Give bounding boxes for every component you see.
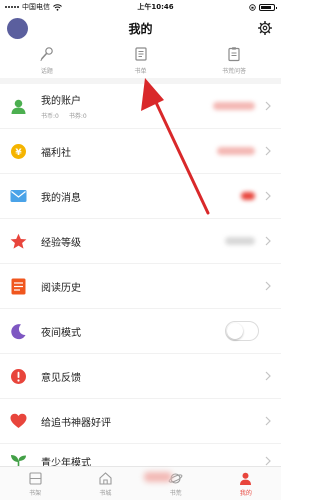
- chevron-right-icon: [265, 281, 271, 291]
- microphone-icon: [40, 46, 53, 61]
- mail-icon: [10, 188, 27, 205]
- gear-icon[interactable]: [258, 21, 272, 35]
- tab-label: 书架: [29, 489, 42, 497]
- feedback-text: 意见反馈: [41, 369, 257, 384]
- menu-item-messages[interactable]: 我的消息: [0, 174, 281, 219]
- quick-action-topic[interactable]: 话题: [0, 42, 94, 78]
- tab-label: 书城: [99, 489, 112, 497]
- quick-action-label: 书荒问答: [222, 67, 247, 75]
- coin-icon: ¥: [10, 143, 27, 160]
- history-text: 阅读历史: [41, 279, 257, 294]
- menu-item-history[interactable]: 阅读历史: [0, 264, 281, 309]
- quick-action-booklist[interactable]: 书单: [94, 42, 188, 78]
- menu-item-label: 我的账户: [41, 96, 81, 107]
- menu-item-feedback[interactable]: 意见反馈: [0, 354, 281, 399]
- blurred-level: [225, 237, 255, 245]
- tab-bar: 书架 书城 书荒 我的: [0, 466, 281, 500]
- moon-icon: [10, 323, 27, 340]
- messages-text: 我的消息: [41, 189, 241, 204]
- menu-item-night-mode: 夜间模式: [0, 309, 281, 354]
- night-mode-text: 夜间模式: [41, 324, 225, 339]
- booklist-icon: [134, 46, 147, 61]
- status-right: [249, 3, 277, 11]
- menu-item-label: 给追书神器好评: [41, 417, 111, 429]
- battery-fill: [260, 5, 271, 9]
- toggle-knob: [227, 323, 243, 339]
- menu-item-level[interactable]: 经验等级: [0, 219, 281, 264]
- page-title: 我的: [128, 21, 153, 36]
- status-left: 中国电信: [5, 2, 62, 12]
- blurred-tab-badge: [144, 472, 172, 482]
- menu-item-rate[interactable]: 给追书神器好评: [0, 399, 281, 444]
- history-icon: [10, 278, 27, 295]
- chevron-right-icon: [265, 146, 271, 156]
- battery-icon: [258, 3, 277, 11]
- blurred-promo: [217, 147, 255, 155]
- account-text: 我的账户 书币:0 书券:0: [41, 92, 213, 120]
- menu-item-label: 我的消息: [41, 192, 81, 204]
- vouchers-balance: 书券:0: [68, 113, 87, 120]
- profile-icon: [240, 472, 252, 485]
- rate-text: 给追书神器好评: [41, 414, 257, 429]
- clipboard-icon: [228, 46, 240, 61]
- quick-action-label: 书单: [134, 67, 147, 75]
- unread-badge: [241, 192, 255, 200]
- clock-label: 上午10:46: [137, 3, 174, 11]
- tab-label: 我的: [239, 489, 252, 497]
- menu-item-label: 阅读历史: [41, 282, 81, 294]
- level-text: 经验等级: [41, 234, 225, 249]
- quick-action-label: 话题: [40, 67, 53, 75]
- chevron-right-icon: [265, 416, 271, 426]
- status-bar: 中国电信 上午10:46: [0, 0, 281, 14]
- signal-icon: [5, 6, 19, 8]
- menu-item-label: 福利社: [41, 147, 71, 159]
- menu-item-label: 夜间模式: [41, 327, 81, 339]
- welfare-text: 福利社: [41, 144, 217, 159]
- alert-icon: [10, 368, 27, 385]
- account-balances: 书币:0 书券:0: [41, 111, 213, 120]
- chevron-right-icon: [265, 236, 271, 246]
- quick-actions: 话题 书单 书荒问答: [0, 42, 281, 84]
- orientation-lock-icon: [249, 3, 256, 11]
- tab-bookshelf[interactable]: 书架: [0, 467, 70, 500]
- avatar[interactable]: [7, 18, 28, 39]
- chevron-right-icon: [265, 371, 271, 381]
- chevron-right-icon: [265, 101, 271, 111]
- star-icon: [10, 233, 27, 250]
- home-icon: [99, 471, 112, 485]
- quick-action-qa[interactable]: 书荒问答: [187, 42, 281, 78]
- menu-list: 我的账户 书币:0 书券:0 ¥ 福利社 我的消息 经验等级 阅读历史 夜间模式…: [0, 84, 281, 478]
- night-mode-toggle[interactable]: [225, 321, 259, 341]
- heart-icon: [10, 413, 27, 430]
- svg-text:¥: ¥: [15, 148, 22, 158]
- blurred-promo: [213, 102, 255, 110]
- nav-bar: 我的: [0, 14, 281, 42]
- menu-item-welfare[interactable]: ¥ 福利社: [0, 129, 281, 174]
- wifi-icon: [53, 3, 62, 11]
- menu-item-label: 经验等级: [41, 237, 81, 249]
- menu-item-label: 意见反馈: [41, 372, 81, 384]
- coins-balance: 书币:0: [41, 113, 59, 120]
- chevron-right-icon: [265, 456, 271, 466]
- bookshelf-icon: [29, 471, 42, 485]
- user-icon: [10, 98, 27, 115]
- tab-label: 书荒: [169, 489, 182, 497]
- tab-bookstore[interactable]: 书城: [70, 467, 140, 500]
- carrier-label: 中国电信: [22, 3, 50, 11]
- chevron-right-icon: [265, 191, 271, 201]
- tab-profile[interactable]: 我的: [211, 467, 281, 500]
- menu-item-account[interactable]: 我的账户 书币:0 书券:0: [0, 84, 281, 129]
